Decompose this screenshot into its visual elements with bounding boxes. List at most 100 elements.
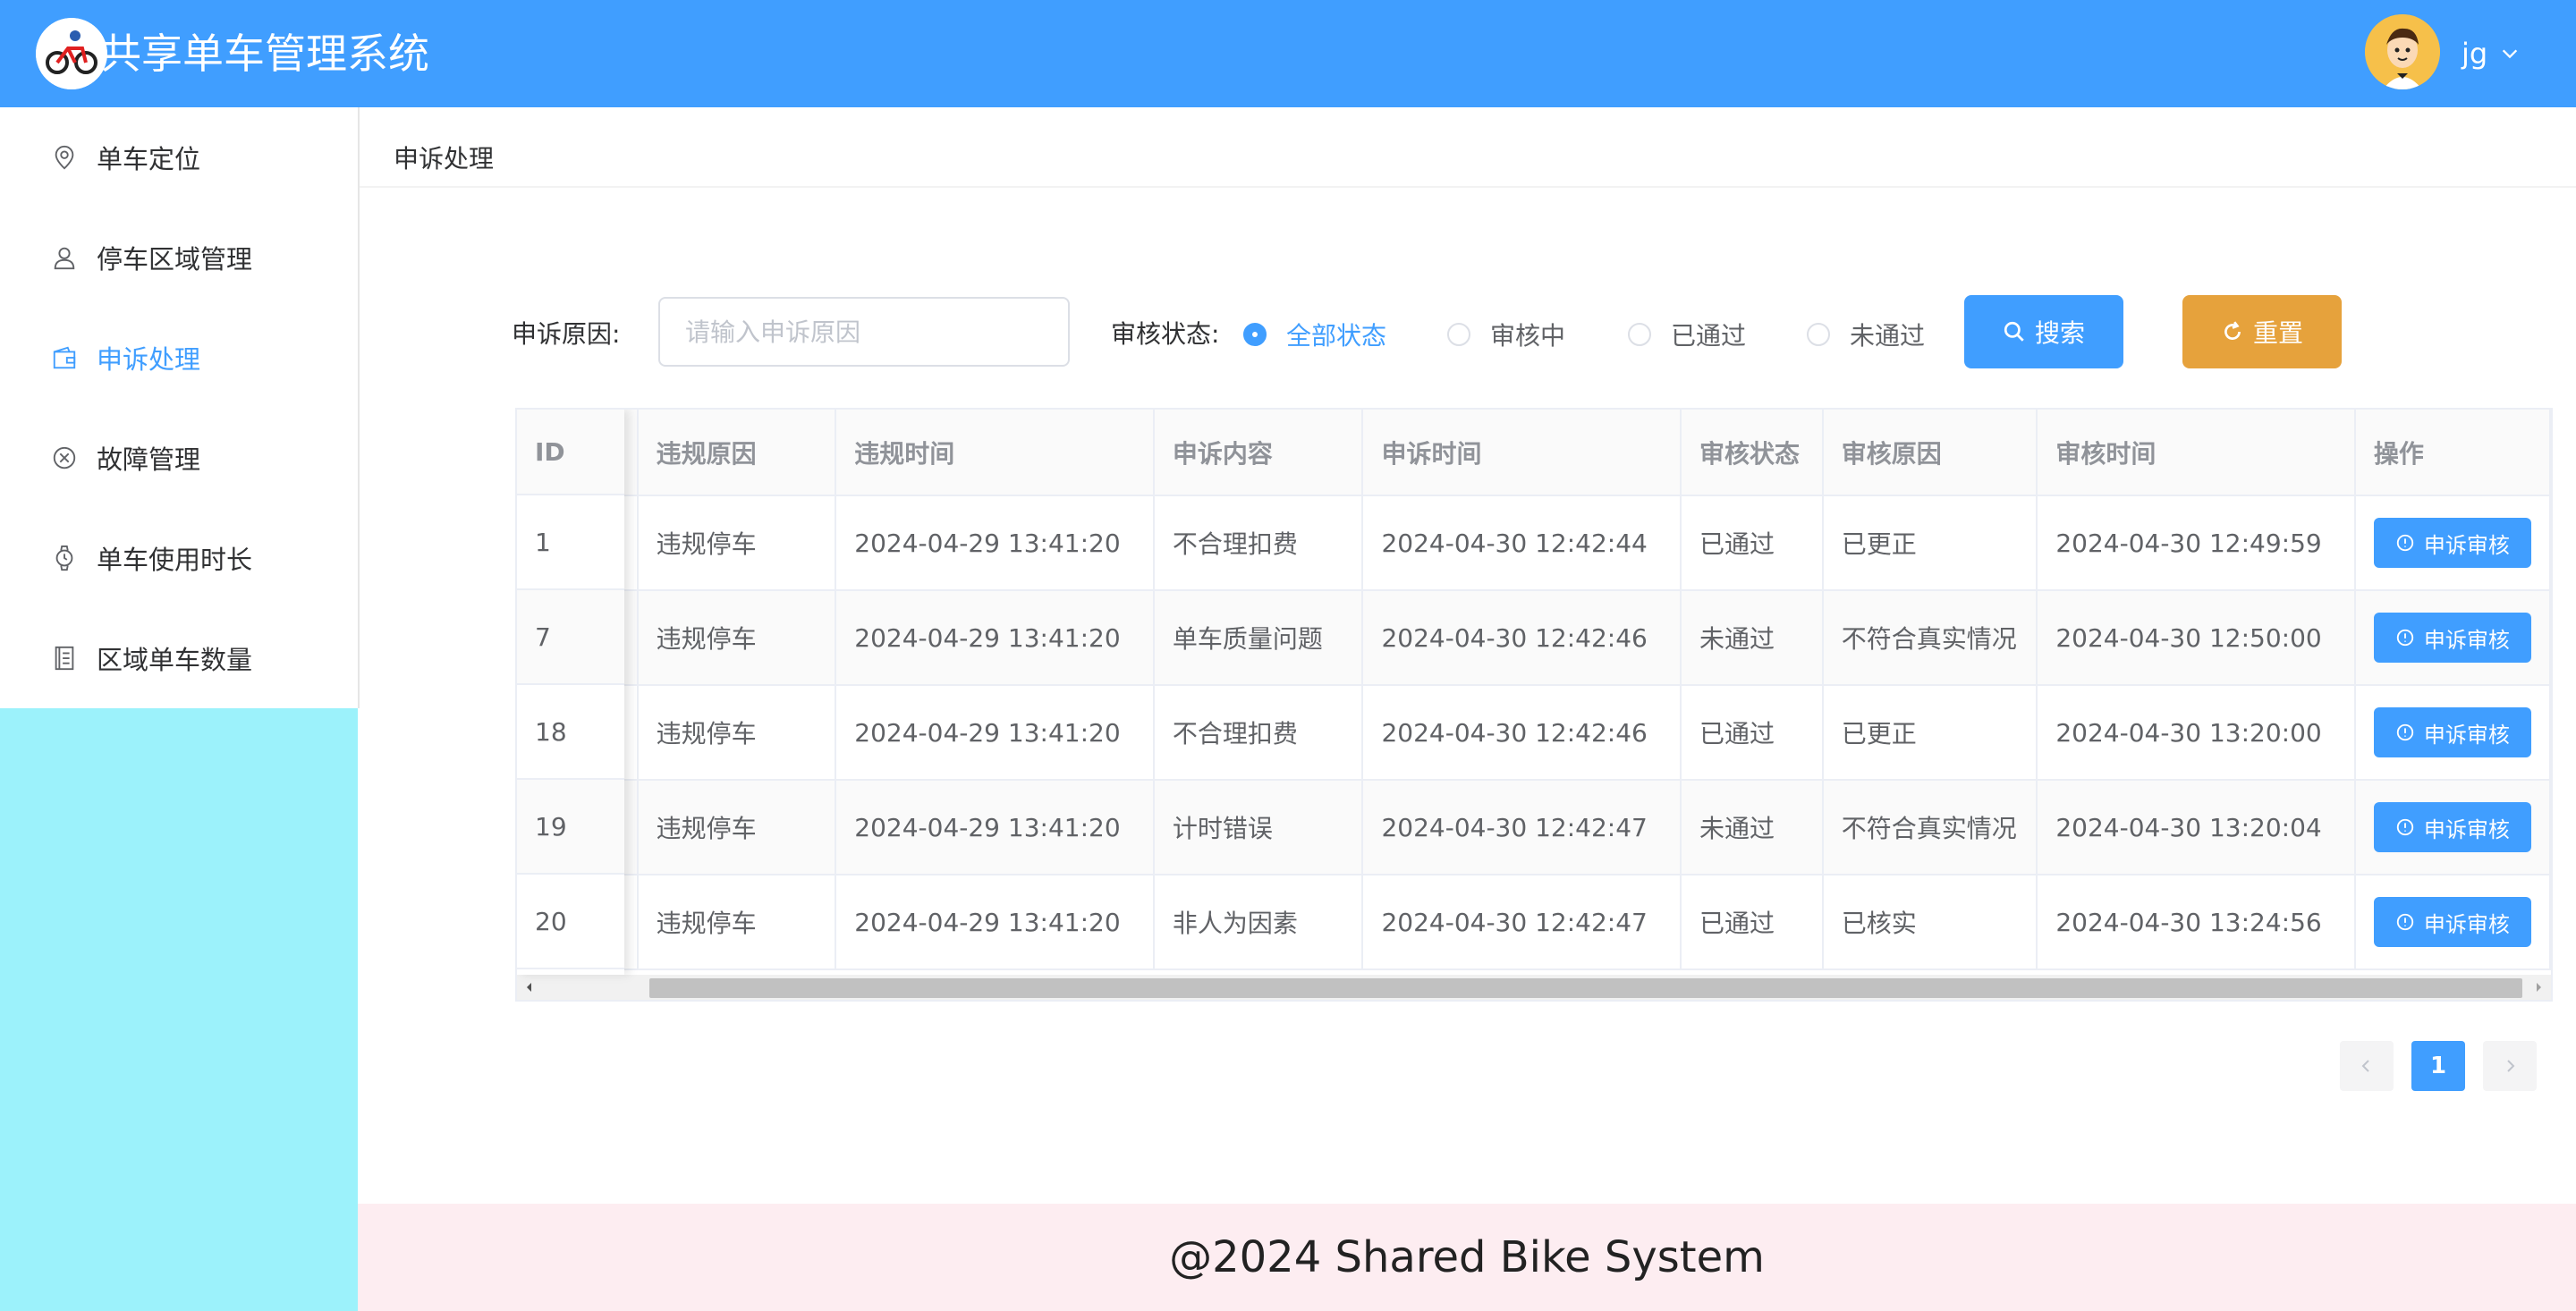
- column-header: 审核状态: [1681, 410, 1824, 496]
- appeal-table-grid: 违规原因 违规时间 申诉内容 申诉时间 审核状态 审核原因 审核时间 操作 违规…: [517, 410, 2551, 970]
- refresh-icon: [2224, 321, 2241, 340]
- status-radio-rejected[interactable]: 未通过: [1807, 317, 1925, 352]
- appeal-review-button[interactable]: 申诉审核: [2373, 802, 2531, 852]
- app-title: 共享单车管理系统: [100, 30, 429, 78]
- cell: 2024-04-30 12:42:46: [1362, 685, 1682, 781]
- table-row: 违规停车 2024-04-29 13:41:20 单车质量问题 2024-04-…: [517, 590, 2551, 686]
- horizontal-scrollbar[interactable]: [517, 975, 2551, 1000]
- document-icon: [50, 644, 79, 672]
- fixed-id-column: ID 1 7 18 19 20: [517, 410, 624, 975]
- cell: 2024-04-30 12:42:47: [1362, 875, 1682, 970]
- sidebar-item-parking-area[interactable]: 停车区域管理: [0, 207, 358, 308]
- cell: 已更正: [1822, 685, 2038, 781]
- cell: 2024-04-30 13:20:04: [2037, 780, 2356, 875]
- radio-label: 已通过: [1671, 321, 1747, 351]
- cell: 已通过: [1681, 875, 1824, 970]
- sidebar-item-area-count[interactable]: 区域单车数量: [0, 608, 358, 708]
- cell: 2024-04-30 12:49:59: [2037, 495, 2356, 591]
- info-icon: [2396, 723, 2414, 741]
- chevron-down-icon: [2503, 49, 2518, 59]
- status-radio-all[interactable]: 全部状态: [1243, 317, 1386, 352]
- radio-dot: [1628, 323, 1651, 346]
- radio-label: 全部状态: [1286, 321, 1387, 351]
- reset-button[interactable]: 重置: [2182, 295, 2342, 368]
- search-icon: [2004, 321, 2024, 342]
- column-header: 违规时间: [835, 410, 1155, 496]
- user-dropdown[interactable]: jg: [2462, 37, 2520, 71]
- appeal-review-button[interactable]: 申诉审核: [2373, 897, 2531, 947]
- cell: 未通过: [1681, 590, 1824, 686]
- id-cell: 19: [517, 780, 624, 875]
- appeal-review-button[interactable]: 申诉审核: [2373, 613, 2531, 663]
- sidebar-item-label: 申诉处理: [97, 344, 201, 375]
- cell: 已更正: [1822, 495, 2038, 591]
- cell: 2024-04-29 13:41:20: [835, 685, 1155, 781]
- radio-label: 未通过: [1850, 321, 1926, 351]
- scroll-left-arrow-icon[interactable]: [517, 975, 542, 1000]
- top-header: 共享单车管理系统 jg: [0, 0, 2576, 107]
- info-icon: [2396, 629, 2414, 647]
- appeal-review-button[interactable]: 申诉审核: [2373, 707, 2531, 757]
- appeal-review-button[interactable]: 申诉审核: [2373, 518, 2531, 568]
- cell: 已通过: [1681, 495, 1824, 591]
- cell: 2024-04-30 13:20:00: [2037, 685, 2356, 781]
- column-header: 操作: [2354, 410, 2551, 496]
- radio-dot: [1447, 323, 1470, 346]
- breadcrumb-divider: [360, 186, 2576, 188]
- appeal-table: 违规原因 违规时间 申诉内容 申诉时间 审核状态 审核原因 审核时间 操作 违规…: [515, 408, 2553, 1002]
- scroll-right-arrow-icon[interactable]: [2526, 975, 2551, 1000]
- page-number-button[interactable]: 1: [2411, 1041, 2465, 1091]
- wallet-icon: [50, 343, 79, 372]
- cell: 2024-04-29 13:41:20: [835, 590, 1155, 686]
- location-icon: [50, 143, 79, 172]
- breadcrumb: 申诉处理: [394, 144, 495, 173]
- table-row: 违规停车 2024-04-29 13:41:20 不合理扣费 2024-04-3…: [517, 495, 2551, 591]
- status-radio-approved[interactable]: 已通过: [1628, 317, 1746, 352]
- search-button-label: 搜索: [2034, 318, 2085, 348]
- cell: 计时错误: [1153, 780, 1364, 875]
- next-page-button[interactable]: [2483, 1041, 2537, 1091]
- cell: 2024-04-30 13:24:56: [2037, 875, 2356, 970]
- cell: 2024-04-29 13:41:20: [835, 780, 1155, 875]
- search-button[interactable]: 搜索: [1964, 295, 2123, 368]
- sidebar-item-usage-duration[interactable]: 单车使用时长: [0, 508, 358, 608]
- status-label: 审核状态:: [1111, 319, 1220, 349]
- cell: 单车质量问题: [1153, 590, 1364, 686]
- prev-page-button[interactable]: [2340, 1041, 2394, 1091]
- footer-text: @2024 Shared Bike System: [1169, 1232, 1765, 1282]
- sidebar: 单车定位 停车区域管理 申诉处理 故障管理 单车使用时长 区域单车数量: [0, 107, 360, 708]
- cell: 2024-04-29 13:41:20: [835, 875, 1155, 970]
- cell: 违规停车: [637, 685, 837, 781]
- sidebar-item-label: 故障管理: [97, 444, 201, 475]
- column-header: 申诉时间: [1362, 410, 1682, 496]
- radio-dot: [1243, 323, 1267, 346]
- cell: 违规停车: [637, 875, 837, 970]
- sidebar-item-label: 停车区域管理: [97, 244, 253, 275]
- cell: 违规停车: [637, 780, 837, 875]
- cell: 2024-04-30 12:42:44: [1362, 495, 1682, 591]
- cell: 非人为因素: [1153, 875, 1364, 970]
- cell: 已通过: [1681, 685, 1824, 781]
- cell: 违规停车: [637, 590, 837, 686]
- user-icon: [50, 243, 79, 272]
- table-row: 违规停车 2024-04-29 13:41:20 不合理扣费 2024-04-3…: [517, 685, 2551, 781]
- radio-dot: [1807, 323, 1830, 346]
- cell: 已核实: [1822, 875, 2038, 970]
- avatar[interactable]: [2365, 14, 2440, 89]
- id-cell: 18: [517, 685, 624, 780]
- cell: 未通过: [1681, 780, 1824, 875]
- circle-close-icon: [50, 444, 79, 472]
- sidebar-item-appeal[interactable]: 申诉处理: [0, 308, 358, 408]
- sidebar-item-label: 区域单车数量: [97, 645, 253, 675]
- cell: 不合理扣费: [1153, 685, 1364, 781]
- footer: @2024 Shared Bike System: [358, 1204, 2576, 1311]
- status-radio-reviewing[interactable]: 审核中: [1447, 317, 1565, 352]
- chevron-left-icon: [2361, 1060, 2369, 1072]
- id-cell: 1: [517, 495, 624, 590]
- cell: 2024-04-29 13:41:20: [835, 495, 1155, 591]
- reason-search-input[interactable]: [658, 297, 1070, 367]
- sidebar-item-label: 单车定位: [97, 144, 201, 174]
- scrollbar-thumb[interactable]: [649, 978, 2522, 998]
- sidebar-item-bike-location[interactable]: 单车定位: [0, 107, 358, 207]
- sidebar-item-fault[interactable]: 故障管理: [0, 408, 358, 508]
